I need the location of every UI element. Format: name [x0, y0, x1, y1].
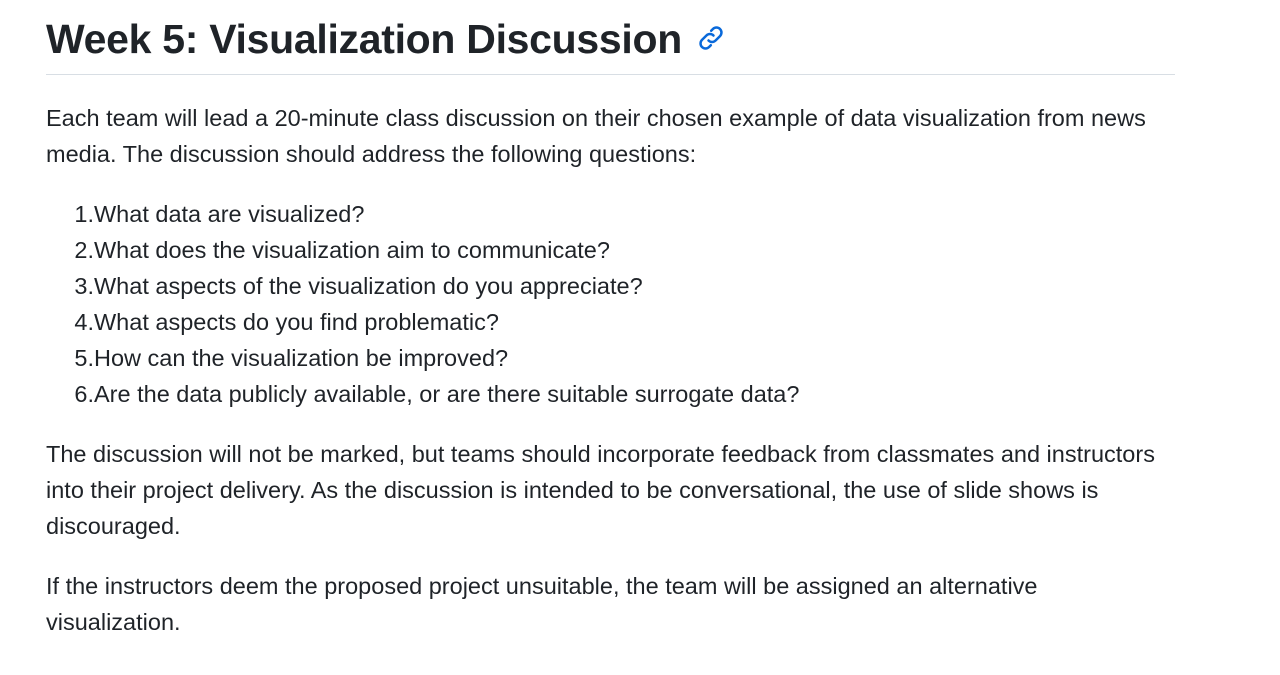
- intro-paragraph: Each team will lead a 20-minute class di…: [46, 105, 1146, 167]
- list-item-number: 6.: [74, 381, 94, 407]
- list-item-number: 3.: [74, 273, 94, 299]
- document-content: Week 5: Visualization Discussion Each te…: [46, 0, 1175, 635]
- heading-row: Week 5: Visualization Discussion: [46, 0, 1175, 75]
- list-item-text: How can the visualization be improved?: [94, 345, 509, 371]
- list-item-number: 1.: [74, 201, 94, 227]
- list-item-text: What data are visualized?: [94, 201, 365, 227]
- link-icon[interactable]: [696, 23, 726, 53]
- list-item-text: What aspects do you find problematic?: [94, 309, 499, 335]
- list-item-number: 2.: [74, 237, 94, 263]
- list-item-text: What does the visualization aim to commu…: [94, 237, 610, 263]
- list-item: 2. What does the visualization aim to co…: [46, 232, 799, 268]
- list-item: 3. What aspects of the visualization do …: [46, 268, 799, 304]
- list-item: 4. What aspects do you find problematic?: [46, 304, 799, 340]
- list-item: 1. What data are visualized?: [46, 196, 799, 232]
- list-item: 5. How can the visualization be improved…: [46, 340, 799, 376]
- list-item-number: 5.: [74, 345, 94, 371]
- feedback-paragraph: The discussion will not be marked, but t…: [46, 441, 1155, 539]
- page-title-text: Week 5: Visualization Discussion: [46, 16, 682, 62]
- list-item-text: Are the data publicly available, or are …: [94, 381, 800, 407]
- questions-list: 1. What data are visualized? 2. What doe…: [46, 196, 799, 412]
- list-item-text: What aspects of the visualization do you…: [94, 273, 643, 299]
- alternative-paragraph: If the instructors deem the proposed pro…: [46, 573, 1038, 635]
- list-item-number: 4.: [74, 309, 94, 335]
- page-title: Week 5: Visualization Discussion: [46, 15, 726, 63]
- list-item: 6. Are the data publicly available, or a…: [46, 376, 799, 412]
